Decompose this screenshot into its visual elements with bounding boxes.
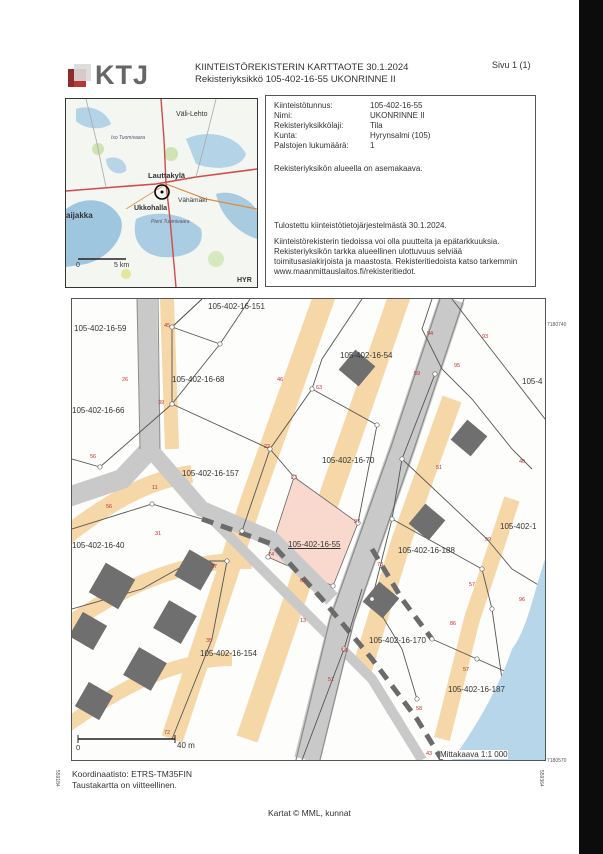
map-scale-label: 40 m [177, 741, 195, 750]
boundary-point-number: 96 [519, 597, 526, 603]
boundary-point-number: 11 [152, 485, 158, 491]
boundary-point-number: 40 [519, 459, 526, 465]
boundary-point-number: 58 [416, 706, 423, 712]
label-aijakka: aijakka [66, 211, 93, 220]
parcel-label-188: 105-402-16-188 [398, 546, 455, 555]
info-label: Rekisteriyksikkölaji: [274, 121, 344, 130]
document-title: KIINTEISTÖREKISTERIN KARTTAOTE 30.1.2024 [195, 62, 409, 73]
property-info-box: Kiinteistötunnus: 105-402-16-55 Nimi: UKONR… [265, 95, 536, 287]
scan-edge [579, 0, 603, 854]
disclaimer-line-4: www.maanmittauslaitos.fi/rekisteritiedot… [274, 267, 416, 276]
parcel-label-66: 105-402-16-66 [72, 406, 125, 415]
overview-map: Väli-Lehto Iso Tuomivaara Lauttakylä Väh… [65, 98, 258, 288]
coord-left: 559184 [54, 770, 60, 787]
info-value: Hyrynsalmi (105) [370, 131, 431, 140]
parcel-label-edge-1: 105-4 [522, 377, 543, 386]
disclaimer-line-3: toimitusasiakirjoista ja maastosta. Reki… [274, 257, 518, 266]
label-iso-tuomivaara: Iso Tuomivaara [111, 135, 146, 141]
boundary-point-number: 95 [454, 363, 461, 369]
label-vali-lehto: Väli-Lehto [176, 111, 208, 118]
disclaimer-line-1: Kiinteistörekisterin tiedoissa voi olla … [274, 237, 500, 246]
label-ukkohalla: Ukkohalla [134, 205, 168, 212]
parcel-label-154: 105-402-16-154 [200, 649, 257, 658]
info-label: Kunta: [274, 131, 298, 140]
inset-scale-label: 5 km [114, 262, 130, 269]
boundary-point-number: 37 [211, 564, 218, 570]
boundary-point-number: 13 [300, 618, 307, 624]
parcel-label-70: 105-402-16-70 [322, 456, 375, 465]
boundary-point-number: 31 [155, 531, 162, 537]
info-label: Palstojen lukumäärä: [274, 141, 349, 150]
label-vahamaki: Vähämäki [178, 197, 207, 204]
parcel-label-40: 105-402-16-40 [72, 541, 125, 550]
parcel-label-54: 105-402-16-54 [340, 351, 393, 360]
label-pieni-tuomivaara: Pieni Tuomivaara [151, 219, 190, 225]
parcel-label-55-selected: 105-402-16-55 [288, 540, 341, 549]
parcel-label-151: 105-402-16-151 [208, 302, 265, 311]
boundary-point-number: 26 [122, 377, 129, 383]
background-note: Taustakartta on viitteellinen. [72, 780, 177, 790]
info-value: UKONRINNE II [370, 111, 425, 120]
parcel-label-edge-2: 105-402-1 [500, 522, 537, 531]
boundary-point-number: 22 [264, 444, 271, 450]
info-value: 105-402-16-55 [370, 101, 423, 110]
info-label: Kiinteistötunnus: [274, 101, 333, 110]
logo-text: KTJ [95, 60, 150, 90]
map-credits: Kartat © MML, kunnat [268, 808, 351, 818]
boundary-point-number: 56 [106, 504, 113, 510]
boundary-point-number: 95 [342, 648, 349, 654]
parcel-label-68: 105-402-16-68 [172, 375, 225, 384]
boundary-point-number: 74 [268, 552, 275, 558]
disclaimer-line-2: Rekisteriyksikön tarkka alueellinen ulot… [274, 247, 463, 256]
map-scale-zero: 0 [76, 743, 81, 752]
map-scale-ratio: Mittakaava 1:1 000 [440, 750, 508, 759]
info-label: Nimi: [274, 111, 293, 120]
boundary-point-number: 57 [469, 582, 476, 588]
page-number: Sivu 1 (1) [492, 60, 531, 70]
zoning-note: Rekisteriyksikön alueella on asemakaava. [274, 164, 423, 173]
label-lauttakyla: Lauttakylä [148, 171, 186, 180]
boundary-point-number: 46 [277, 377, 284, 383]
parcel-label-157: 105-402-16-157 [182, 469, 239, 478]
coord-bottom: 7180570 [547, 758, 567, 764]
coord-right: 559364 [538, 770, 544, 787]
printed-note: Tulostettu kiinteistötietojärjestelmästä… [274, 221, 447, 230]
overview-map-graphic [66, 99, 257, 287]
boundary-point-number: 45 [164, 323, 171, 329]
boundary-point-number: 27 [354, 519, 361, 525]
boundary-point-number: 39 [158, 400, 165, 406]
parcel-label-187: 105-402-16-187 [448, 685, 505, 694]
boundary-point-number: 43 [426, 751, 433, 757]
info-value: Tila [370, 121, 383, 130]
boundary-point-number: 23 [291, 475, 298, 481]
boundary-point-number: 73 [377, 562, 384, 568]
boundary-point-number: 61 [300, 578, 307, 584]
parcel-label-59: 105-402-16-59 [74, 324, 127, 333]
boundary-point-number: 57 [463, 667, 470, 673]
parcel-label-170: 105-402-16-170 [369, 636, 426, 645]
coord-top: 7180740 [547, 322, 567, 328]
boundary-point-number: 51 [436, 465, 443, 471]
cadastral-map: 105-402-16-151 105-402-16-59 105-402-16-… [71, 298, 546, 761]
info-value: 1 [370, 141, 375, 150]
inset-scale-zero: 0 [76, 262, 80, 269]
boundary-point-number: 51 [328, 677, 335, 683]
coordinate-system: Koordinaatisto: ETRS-TM35FIN [72, 769, 192, 779]
boundary-point-number: 35 [206, 638, 213, 644]
boundary-point-number: 63 [316, 385, 323, 391]
boundary-point-number: 99 [485, 537, 492, 543]
boundary-point-number: 56 [90, 454, 97, 460]
boundary-point-number: 93 [482, 334, 489, 340]
boundary-point-number: 59 [414, 371, 421, 377]
ktj-logo-icon [68, 64, 91, 87]
boundary-point-number: 86 [450, 621, 457, 627]
label-hyr: HYR [237, 277, 252, 284]
document-subtitle: Rekisteriyksikkö 105-402-16-55 UKONRINNE… [195, 74, 396, 85]
boundary-point-number: 94 [427, 331, 434, 337]
boundary-point-number: 72 [164, 730, 171, 736]
